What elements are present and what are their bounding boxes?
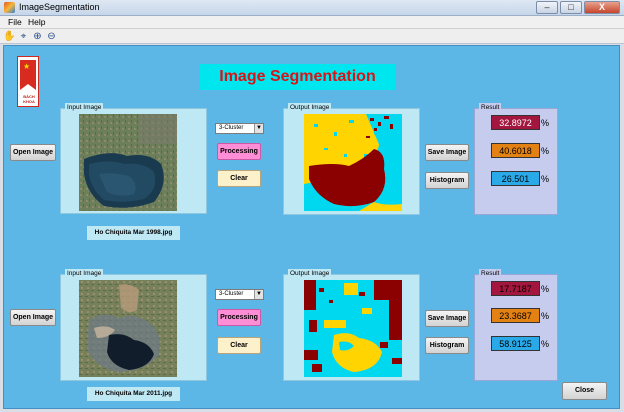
open-image-button-2[interactable]: Open Image — [10, 309, 56, 326]
processing-button-2[interactable]: Processing — [217, 309, 261, 326]
histogram-button-1[interactable]: Histogram — [425, 172, 469, 189]
cluster-select-value-1: 3-Cluster — [219, 125, 244, 131]
figure-area: ★ BÁCH KHOA Image Segmentation Open Imag… — [3, 45, 620, 409]
minimize-button[interactable]: – — [536, 1, 558, 14]
result-legend-1: Result — [479, 103, 502, 113]
percent-label: % — [541, 146, 550, 156]
percent-label: % — [541, 174, 550, 184]
output-image-legend-2: Output Image — [288, 269, 332, 279]
menu-file[interactable]: File — [8, 17, 22, 27]
menu-help[interactable]: Help — [28, 17, 45, 27]
open-image-button-1[interactable]: Open Image — [10, 144, 56, 161]
menubar: File Help — [0, 16, 624, 29]
percent-label: % — [541, 118, 550, 128]
close-window-button[interactable]: X — [584, 1, 620, 14]
close-button[interactable]: Close — [562, 382, 607, 400]
maximize-button[interactable]: □ — [560, 1, 582, 14]
filename-label-2: Ho Chiquita Mar 2011.jpg — [87, 387, 180, 401]
save-image-button-1[interactable]: Save Image — [425, 144, 469, 161]
clear-button-2[interactable]: Clear — [217, 337, 261, 354]
university-logo: ★ BÁCH KHOA — [17, 56, 39, 107]
cluster-select-1[interactable]: 3-Cluster ▼ — [215, 123, 264, 134]
result-cluster-2-value: 23.3687 — [491, 308, 540, 323]
window-title: ImageSegmentation — [19, 2, 100, 12]
result-cluster-1-value: 32.8972 — [491, 115, 540, 130]
histogram-button-2[interactable]: Histogram — [425, 337, 469, 354]
output-image-panel-1: Output Image — [283, 103, 420, 215]
input-image-legend-1: Input Image — [65, 103, 104, 113]
output-image-legend-1: Output Image — [288, 103, 332, 113]
processing-button-1[interactable]: Processing — [217, 143, 261, 160]
page-title: Image Segmentation — [200, 64, 395, 90]
save-image-button-2[interactable]: Save Image — [425, 310, 469, 327]
hand-icon[interactable]: ✋ — [3, 30, 16, 43]
toolbar: ✋ ⌖ ⊕ ⊖ — [0, 29, 624, 44]
data-cursor-icon[interactable]: ⌖ — [17, 30, 30, 43]
filename-label-1: Ho Chiquita Mar 1998.jpg — [87, 226, 180, 240]
chevron-down-icon: ▼ — [254, 290, 263, 299]
input-image-2 — [79, 280, 177, 377]
cluster-select-value-2: 3-Cluster — [219, 291, 244, 297]
input-image-1 — [79, 114, 177, 211]
input-image-legend-2: Input Image — [65, 269, 104, 279]
input-image-panel-1: Input Image — [60, 103, 207, 214]
clear-button-1[interactable]: Clear — [217, 170, 261, 187]
percent-label: % — [541, 339, 550, 349]
zoom-in-icon[interactable]: ⊕ — [31, 30, 44, 43]
window-titlebar: ImageSegmentation – □ X — [0, 0, 624, 16]
chevron-down-icon: ▼ — [254, 124, 263, 133]
output-image-1 — [304, 114, 402, 211]
input-image-panel-2: Input Image — [60, 269, 207, 381]
percent-label: % — [541, 311, 550, 321]
matlab-icon — [4, 2, 15, 13]
output-image-panel-2: Output Image — [283, 269, 420, 381]
zoom-out-icon[interactable]: ⊖ — [45, 30, 58, 43]
result-cluster-2-value: 40.6018 — [491, 143, 540, 158]
cluster-select-2[interactable]: 3-Cluster ▼ — [215, 289, 264, 300]
result-cluster-3-value: 58.9125 — [491, 336, 540, 351]
percent-label: % — [541, 284, 550, 294]
output-image-2 — [304, 280, 402, 377]
result-cluster-1-value: 17.7187 — [491, 281, 540, 296]
result-legend-2: Result — [479, 269, 502, 279]
result-cluster-3-value: 26.501 — [491, 171, 540, 186]
